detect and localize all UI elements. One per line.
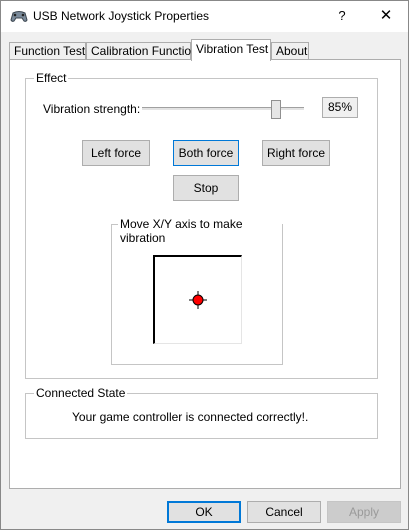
axis-vibration-groupbox: Move X/Y axis to make vibration	[111, 217, 283, 365]
window-title: USB Network Joystick Properties	[33, 9, 210, 23]
stop-button[interactable]: Stop	[173, 175, 239, 201]
vibration-strength-slider[interactable]	[142, 97, 304, 121]
tab-calibration-function[interactable]: Calibration Function	[86, 42, 198, 59]
help-button[interactable]: ?	[331, 6, 353, 26]
vibration-test-panel: Effect Vibration strength: 85% Left forc…	[9, 59, 401, 489]
properties-window: USB Network Joystick Properties ? ✕ Func…	[0, 0, 409, 530]
slider-thumb[interactable]	[271, 100, 281, 119]
effect-group-label: Effect	[34, 71, 69, 85]
close-button[interactable]: ✕	[375, 6, 397, 26]
tab-function-test[interactable]: Function Test	[9, 42, 86, 59]
vibration-strength-label: Vibration strength:	[43, 102, 141, 116]
gamepad-icon	[10, 8, 28, 24]
xy-axis-pad[interactable]	[153, 255, 242, 344]
connected-state-group-label: Connected State	[34, 386, 128, 400]
right-force-button[interactable]: Right force	[262, 140, 330, 166]
title-bar: USB Network Joystick Properties ? ✕	[1, 1, 408, 32]
connected-state-groupbox: Connected State Your game controller is …	[25, 386, 378, 439]
connection-status-text: Your game controller is connected correc…	[72, 410, 309, 424]
tab-vibration-test[interactable]: Vibration Test	[191, 39, 271, 61]
axis-vibration-group-label: Move X/Y axis to make vibration	[118, 217, 282, 245]
both-force-button[interactable]: Both force	[173, 140, 239, 166]
tab-about[interactable]: About	[271, 42, 309, 59]
vibration-strength-value: 85%	[322, 97, 358, 118]
crosshair-icon	[189, 291, 207, 309]
ok-button[interactable]: OK	[167, 501, 241, 523]
effect-groupbox: Effect Vibration strength: 85% Left forc…	[25, 71, 378, 379]
apply-button[interactable]: Apply	[327, 501, 401, 523]
cancel-button[interactable]: Cancel	[247, 501, 321, 523]
left-force-button[interactable]: Left force	[82, 140, 150, 166]
